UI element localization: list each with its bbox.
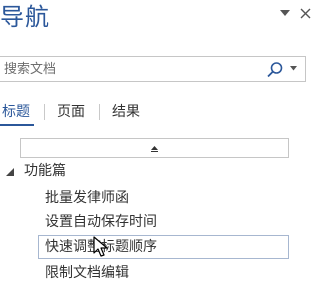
collapse-up-icon [151, 145, 158, 152]
expanded-triangle-icon [6, 168, 14, 176]
chevron-down-icon [290, 66, 297, 71]
tree-item[interactable]: 批量发律师函 [45, 189, 129, 207]
close-icon [300, 8, 310, 18]
close-button[interactable] [296, 4, 314, 22]
tab-results[interactable]: 结果 [112, 103, 140, 121]
mouse-cursor-icon [93, 236, 111, 260]
tree-item[interactable]: 设置自动保存时间 [45, 213, 157, 231]
tab-pages[interactable]: 页面 [57, 103, 85, 121]
tree-item[interactable]: 限制文档编辑 [45, 264, 129, 282]
tree-item-parent[interactable]: 功能篇 [24, 162, 66, 180]
tab-divider [99, 104, 100, 120]
search-box[interactable]: 搜索文档 [0, 56, 306, 82]
pane-title: 导航 [0, 3, 50, 31]
chevron-down-icon [280, 10, 290, 16]
search-icon [267, 62, 283, 78]
search-button[interactable] [266, 61, 284, 79]
pane-options-button[interactable] [276, 4, 294, 22]
active-tab-indicator [0, 124, 34, 126]
expand-collapse-toggle[interactable] [6, 168, 14, 179]
search-input[interactable]: 搜索文档 [4, 62, 56, 78]
collapse-bar[interactable] [20, 138, 289, 158]
tree-item-selected[interactable]: 快速调整标题顺序 [38, 235, 289, 259]
tab-headings[interactable]: 标题 [2, 103, 30, 121]
search-options-button[interactable] [290, 64, 297, 74]
tab-divider [44, 104, 45, 120]
